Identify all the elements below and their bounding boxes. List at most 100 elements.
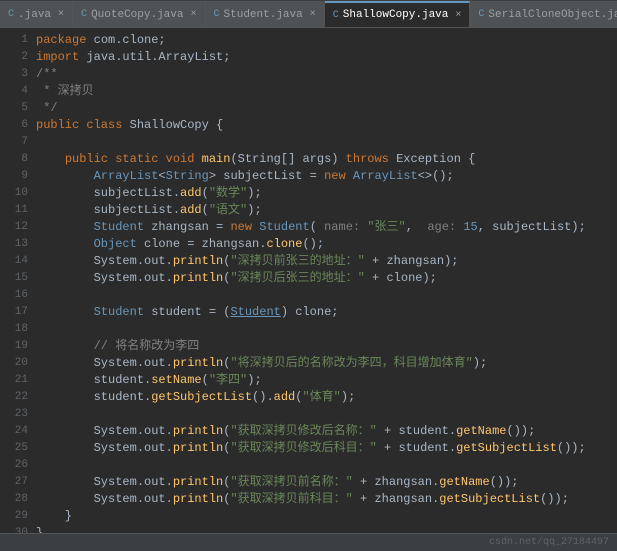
line-num-8: 8 bbox=[0, 151, 36, 168]
line-num-9: 9 bbox=[0, 168, 36, 185]
line-content-25: System.out.println("获取深拷贝修改后科目：" + stude… bbox=[36, 440, 617, 457]
code-line-29: 29 } bbox=[0, 508, 617, 525]
code-line-12: 12 Student zhangsan = new Student( name:… bbox=[0, 219, 617, 236]
line-num-18: 18 bbox=[0, 321, 36, 338]
line-num-5: 5 bbox=[0, 100, 36, 117]
tab-serialclone-icon: C bbox=[478, 9, 484, 20]
watermark: csdn.net/qq_27184497 bbox=[489, 537, 609, 548]
bottom-bar: csdn.net/qq_27184497 bbox=[0, 533, 617, 551]
code-line-27: 27 System.out.println("获取深拷贝前名称：" + zhan… bbox=[0, 474, 617, 491]
tab-serialclone[interactable]: C SerialCloneObject.java × bbox=[470, 1, 617, 27]
line-content-10: subjectList.add("数学"); bbox=[36, 185, 617, 202]
line-content-30: } bbox=[36, 525, 617, 533]
tab-serialclone-label: SerialCloneObject.java bbox=[488, 9, 617, 21]
code-line-5: 5 */ bbox=[0, 100, 617, 117]
tab-student[interactable]: C Student.java × bbox=[206, 1, 325, 27]
tab-quotecopy[interactable]: C QuoteCopy.java × bbox=[73, 1, 205, 27]
tab-shallowcopy[interactable]: C ShallowCopy.java × bbox=[325, 1, 471, 27]
line-num-11: 11 bbox=[0, 202, 36, 219]
tab-java-icon: C bbox=[8, 9, 14, 20]
line-content-9: ArrayList<String> subjectList = new Arra… bbox=[36, 168, 617, 185]
line-num-4: 4 bbox=[0, 83, 36, 100]
line-num-13: 13 bbox=[0, 236, 36, 253]
code-line-18: 18 bbox=[0, 321, 617, 338]
line-num-22: 22 bbox=[0, 389, 36, 406]
line-content-15: System.out.println("深拷贝后张三的地址：" + clone)… bbox=[36, 270, 617, 287]
code-line-2: 2 import java.util.ArrayList; bbox=[0, 49, 617, 66]
tab-shallowcopy-close[interactable]: × bbox=[455, 10, 461, 21]
code-line-1: 1 package com.clone; bbox=[0, 32, 617, 49]
line-content-6: public class ShallowCopy { bbox=[36, 117, 617, 134]
line-num-28: 28 bbox=[0, 491, 36, 508]
tab-shallowcopy-icon: C bbox=[333, 10, 339, 21]
code-line-7: 7 bbox=[0, 134, 617, 151]
line-num-14: 14 bbox=[0, 253, 36, 270]
line-num-21: 21 bbox=[0, 372, 36, 389]
line-num-6: 6 bbox=[0, 117, 36, 134]
line-num-2: 2 bbox=[0, 49, 36, 66]
tab-student-close[interactable]: × bbox=[310, 9, 316, 20]
code-line-21: 21 student.setName("李四"); bbox=[0, 372, 617, 389]
line-content-24: System.out.println("获取深拷贝修改后名称：" + stude… bbox=[36, 423, 617, 440]
code-line-22: 22 student.getSubjectList().add("体育"); bbox=[0, 389, 617, 406]
line-num-16: 16 bbox=[0, 287, 36, 304]
line-num-23: 23 bbox=[0, 406, 36, 423]
line-content-27: System.out.println("获取深拷贝前名称：" + zhangsa… bbox=[36, 474, 617, 491]
code-line-3: 3 /** bbox=[0, 66, 617, 83]
code-line-28: 28 System.out.println("获取深拷贝前科目：" + zhan… bbox=[0, 491, 617, 508]
tab-java-close[interactable]: × bbox=[58, 9, 64, 20]
tab-student-label: Student.java bbox=[224, 9, 303, 21]
line-content-17: Student student = (Student) clone; bbox=[36, 304, 617, 321]
code-line-14: 14 System.out.println("深拷贝前张三的地址：" + zha… bbox=[0, 253, 617, 270]
line-content-28: System.out.println("获取深拷贝前科目：" + zhangsa… bbox=[36, 491, 617, 508]
line-num-27: 27 bbox=[0, 474, 36, 491]
code-line-16: 16 bbox=[0, 287, 617, 304]
code-line-20: 20 System.out.println("将深拷贝后的名称改为李四，科目增加… bbox=[0, 355, 617, 372]
code-line-26: 26 bbox=[0, 457, 617, 474]
line-num-1: 1 bbox=[0, 32, 36, 49]
line-content-11: subjectList.add("语文"); bbox=[36, 202, 617, 219]
line-num-19: 19 bbox=[0, 338, 36, 355]
line-content-14: System.out.println("深拷贝前张三的地址：" + zhangs… bbox=[36, 253, 617, 270]
line-num-24: 24 bbox=[0, 423, 36, 440]
line-num-12: 12 bbox=[0, 219, 36, 236]
code-line-15: 15 System.out.println("深拷贝后张三的地址：" + clo… bbox=[0, 270, 617, 287]
line-content-22: student.getSubjectList().add("体育"); bbox=[36, 389, 617, 406]
line-num-26: 26 bbox=[0, 457, 36, 474]
line-content-5: */ bbox=[36, 100, 617, 117]
tab-quotecopy-close[interactable]: × bbox=[190, 9, 196, 20]
tab-java-label: .java bbox=[18, 9, 51, 21]
line-num-29: 29 bbox=[0, 508, 36, 525]
line-content-4: * 深拷贝 bbox=[36, 83, 617, 100]
line-num-30: 30 bbox=[0, 525, 36, 533]
line-content-2: import java.util.ArrayList; bbox=[36, 49, 617, 66]
code-line-19: 19 // 将名称改为李四 bbox=[0, 338, 617, 355]
code-line-6: 6 public class ShallowCopy { bbox=[0, 117, 617, 134]
code-line-24: 24 System.out.println("获取深拷贝修改后名称：" + st… bbox=[0, 423, 617, 440]
code-line-17: 17 Student student = (Student) clone; bbox=[0, 304, 617, 321]
code-line-25: 25 System.out.println("获取深拷贝修改后科目：" + st… bbox=[0, 440, 617, 457]
tab-shallowcopy-label: ShallowCopy.java bbox=[343, 9, 449, 21]
code-line-9: 9 ArrayList<String> subjectList = new Ar… bbox=[0, 168, 617, 185]
line-num-20: 20 bbox=[0, 355, 36, 372]
line-content-19: // 将名称改为李四 bbox=[36, 338, 617, 355]
line-num-7: 7 bbox=[0, 134, 36, 151]
line-content-1: package com.clone; bbox=[36, 32, 617, 49]
code-line-23: 23 bbox=[0, 406, 617, 423]
code-area: 1 package com.clone; 2 import java.util.… bbox=[0, 28, 617, 533]
line-content-29: } bbox=[36, 508, 617, 525]
line-content-21: student.setName("李四"); bbox=[36, 372, 617, 389]
line-content-20: System.out.println("将深拷贝后的名称改为李四，科目增加体育"… bbox=[36, 355, 617, 372]
code-line-10: 10 subjectList.add("数学"); bbox=[0, 185, 617, 202]
line-num-25: 25 bbox=[0, 440, 36, 457]
line-content-12: Student zhangsan = new Student( name: "张… bbox=[36, 219, 617, 236]
tab-java[interactable]: C .java × bbox=[0, 1, 73, 27]
code-line-30: 30 } bbox=[0, 525, 617, 533]
tab-bar: C .java × C QuoteCopy.java × C Student.j… bbox=[0, 0, 617, 28]
line-content-8: public static void main(String[] args) t… bbox=[36, 151, 617, 168]
tab-quotecopy-label: QuoteCopy.java bbox=[91, 9, 183, 21]
line-num-3: 3 bbox=[0, 66, 36, 83]
line-num-17: 17 bbox=[0, 304, 36, 321]
line-content-3: /** bbox=[36, 66, 617, 83]
code-line-8: 8 public static void main(String[] args)… bbox=[0, 151, 617, 168]
